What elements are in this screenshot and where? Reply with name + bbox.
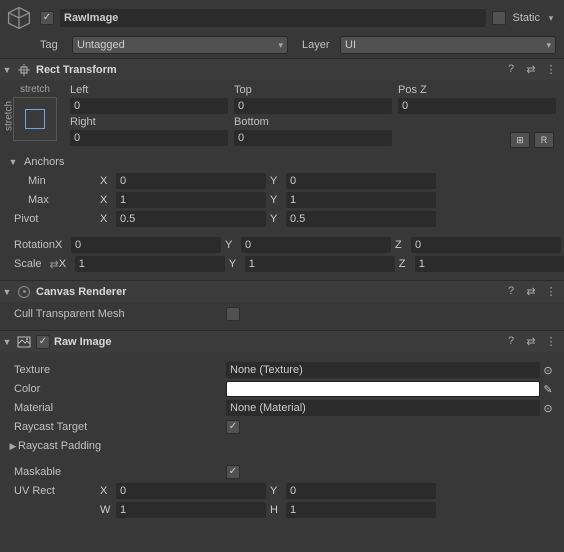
rotation-label: Rotation [8,239,55,251]
raw-image-header[interactable]: ▼ Raw Image ? ⇄ ⋮ [0,330,564,352]
layer-dropdown[interactable]: UI [340,36,556,54]
foldout-icon[interactable]: ▼ [2,337,12,347]
anchor-label-h: stretch [8,84,62,95]
static-checkbox[interactable] [492,11,506,25]
help-icon[interactable]: ? [504,63,518,76]
presets-icon[interactable]: ⇄ [524,335,538,348]
scale-y[interactable] [245,256,395,272]
top-input[interactable] [234,98,392,114]
left-input[interactable] [70,98,228,114]
rect-transform-fields: ▼ Anchors Min XY Max XY Pivot XY Rotatio… [0,150,564,280]
uvrect-w[interactable] [116,502,266,518]
anchor-preset-button[interactable]: stretch stretch [8,84,62,148]
rect-transform-body: stretch stretch Left Right Top Bottom Po… [0,80,564,150]
menu-icon[interactable]: ⋮ [544,63,558,76]
maskable-checkbox[interactable] [226,465,240,479]
help-icon[interactable]: ? [504,335,518,348]
maskable-label: Maskable [8,466,226,478]
static-dropdown-icon[interactable]: ▾ [546,13,556,23]
raw-edit-button[interactable]: R [534,132,554,148]
anchors-label: Anchors [18,156,236,168]
raycast-padding-label: Raycast Padding [18,440,236,452]
uvrect-y[interactable] [286,483,436,499]
cull-transparent-label: Cull Transparent Mesh [8,308,226,320]
raw-image-title: Raw Image [54,336,500,348]
scale-label: Scale⇄ [8,258,59,271]
gameobject-name-input[interactable] [60,9,486,27]
pivot-y[interactable] [286,211,436,227]
raw-image-body: Texture None (Texture) ⊙ Color ✎ Materia… [0,352,564,526]
foldout-icon[interactable]: ▼ [2,65,12,75]
bottom-input[interactable] [234,130,392,146]
texture-field[interactable]: None (Texture) [226,362,540,378]
canvas-renderer-body: Cull Transparent Mesh [0,302,564,330]
tag-dropdown[interactable]: Untagged [72,36,288,54]
raycast-padding-foldout-icon[interactable]: ▶ [8,441,18,451]
scale-x[interactable] [75,256,225,272]
posz-input[interactable] [398,98,556,114]
anchor-min-x[interactable] [116,173,266,189]
scale-link-icon[interactable]: ⇄ [50,258,59,271]
object-picker-icon[interactable]: ⊙ [540,364,556,377]
gameobject-header: Static ▾ [0,0,564,32]
anchor-min-label: Min [8,175,100,187]
help-icon[interactable]: ? [504,285,518,298]
bottom-label: Bottom [234,116,392,128]
uvrect-h[interactable] [286,502,436,518]
uvrect-label: UV Rect [8,485,100,497]
right-input[interactable] [70,130,228,146]
foldout-icon[interactable]: ▼ [2,287,12,297]
color-field[interactable] [226,381,540,397]
blueprint-mode-button[interactable]: ⊞ [510,132,530,148]
rotation-z[interactable] [411,237,561,253]
texture-label: Texture [8,364,226,376]
object-picker-icon[interactable]: ⊙ [540,402,556,415]
anchor-min-y[interactable] [286,173,436,189]
anchor-max-y[interactable] [286,192,436,208]
raycast-target-label: Raycast Target [8,421,226,433]
rect-transform-icon [16,62,32,78]
tag-layer-row: Tag Untagged Layer UI [0,32,564,58]
gameobject-icon[interactable] [4,3,34,33]
rect-transform-title: Rect Transform [36,64,500,76]
anchors-foldout-icon[interactable]: ▼ [8,157,18,167]
cull-transparent-checkbox[interactable] [226,307,240,321]
static-label: Static [512,12,540,24]
tag-label: Tag [40,39,66,51]
presets-icon[interactable]: ⇄ [524,285,538,298]
canvas-renderer-icon [16,284,32,300]
left-label: Left [70,84,228,96]
pivot-x[interactable] [116,211,266,227]
menu-icon[interactable]: ⋮ [544,285,558,298]
anchor-max-x[interactable] [116,192,266,208]
raycast-target-checkbox[interactable] [226,420,240,434]
raw-image-icon [16,334,32,350]
material-label: Material [8,402,226,414]
rect-transform-header[interactable]: ▼ Rect Transform ? ⇄ ⋮ [0,58,564,80]
color-label: Color [8,383,226,395]
layer-label: Layer [294,39,334,51]
rotation-x[interactable] [71,237,221,253]
scale-z[interactable] [415,256,564,272]
presets-icon[interactable]: ⇄ [524,63,538,76]
anchor-max-label: Max [8,194,100,206]
pivot-label: Pivot [8,213,100,225]
canvas-renderer-title: Canvas Renderer [36,286,500,298]
menu-icon[interactable]: ⋮ [544,335,558,348]
posz-label: Pos Z [398,84,556,96]
raw-image-enabled-checkbox[interactable] [36,335,50,349]
top-label: Top [234,84,392,96]
rotation-y[interactable] [241,237,391,253]
color-picker-icon[interactable]: ✎ [540,383,556,396]
material-field[interactable]: None (Material) [226,400,540,416]
anchor-label-v: stretch [4,101,15,131]
uvrect-x[interactable] [116,483,266,499]
gameobject-enabled-checkbox[interactable] [40,11,54,25]
canvas-renderer-header[interactable]: ▼ Canvas Renderer ? ⇄ ⋮ [0,280,564,302]
right-label: Right [70,116,228,128]
